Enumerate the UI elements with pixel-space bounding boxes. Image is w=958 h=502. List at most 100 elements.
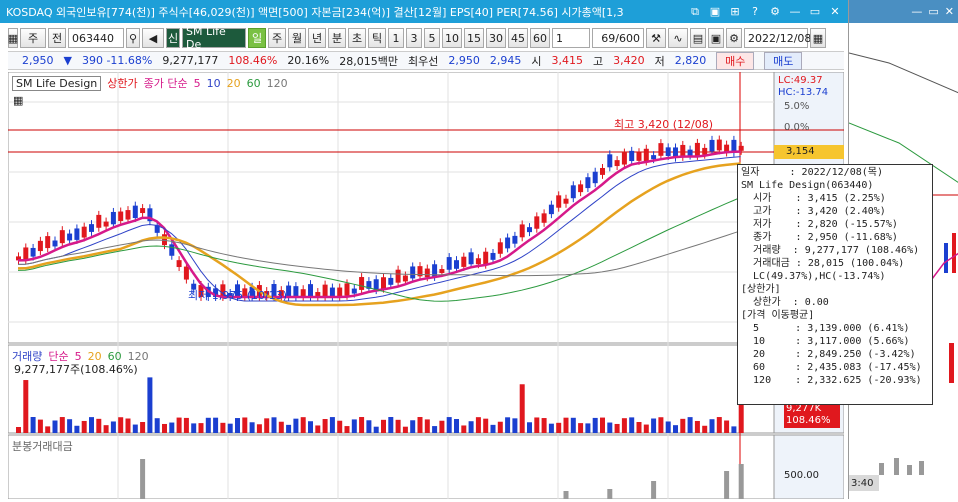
volume-bar [534, 417, 540, 433]
link-icon[interactable]: ⧉ [688, 5, 702, 19]
candle [570, 185, 576, 199]
date-input[interactable]: 2022/12/08 [744, 28, 811, 48]
candle [359, 277, 365, 290]
candle [59, 230, 65, 244]
volume-bar [716, 417, 722, 433]
side-minimize-icon[interactable]: — [911, 5, 922, 18]
volume-bar [621, 418, 627, 433]
tool-icon[interactable]: ⚒ [646, 28, 666, 48]
buy-button[interactable]: 매수 [716, 51, 755, 70]
side-restore-icon[interactable]: ▭ [928, 5, 938, 18]
volume-bar [315, 425, 321, 433]
volume-bar [519, 384, 525, 433]
gear-icon[interactable]: ⚙ [726, 28, 742, 48]
volume-bar [570, 417, 576, 433]
candle [621, 152, 627, 165]
volume-bar [395, 419, 401, 433]
volume-bar [680, 418, 686, 433]
search-icon[interactable]: ⚲ [126, 28, 140, 48]
lock-icon[interactable]: ▤ [690, 28, 706, 48]
volume-bar [548, 423, 554, 433]
candle [497, 242, 503, 254]
side-close-icon[interactable]: ✕ [945, 5, 954, 18]
hc-label: HC:-13.74 [778, 87, 829, 98]
volume-bar [651, 418, 657, 433]
pin-icon[interactable]: ⊞ [728, 5, 742, 19]
interval-select[interactable]: 1 [552, 28, 590, 48]
period-unit-select[interactable]: 주 [20, 28, 46, 48]
chart-area[interactable]: SM Life Design 상한가 종가 단순 5 10 20 60 120 … [7, 71, 845, 500]
help-icon[interactable]: ? [748, 5, 762, 19]
grid-icon[interactable]: ▦ [8, 28, 18, 48]
interval-45[interactable]: 45 [508, 28, 528, 48]
tab-month[interactable]: 월 [288, 28, 306, 48]
wave-icon[interactable]: ∿ [668, 28, 688, 48]
interval-10[interactable]: 10 [442, 28, 462, 48]
sound-icon[interactable]: ◀ [142, 28, 164, 48]
volume-bar [183, 417, 189, 433]
volume-bar [220, 422, 226, 433]
market-select[interactable]: 전 [48, 28, 66, 48]
high-price: 3,420 [613, 54, 645, 67]
interval-3[interactable]: 3 [406, 28, 422, 48]
volume-bar [322, 419, 328, 433]
volume-bar [417, 417, 423, 433]
volume-bar [578, 423, 584, 433]
restore-icon[interactable]: ▭ [808, 5, 822, 19]
candle [329, 287, 335, 297]
minimize-icon[interactable]: — [788, 5, 802, 19]
candle [67, 233, 73, 241]
chart-grid-icon[interactable]: ▦ [13, 94, 23, 107]
candle [169, 244, 175, 256]
pct-0-label: 0.0% [784, 122, 810, 133]
tooltip-line: 일자 : 2022/12/08(목) [741, 167, 883, 178]
volume-bar [402, 426, 408, 433]
volume-bar [527, 422, 532, 433]
open-price: 3,415 [551, 54, 584, 67]
candle [505, 237, 511, 249]
candle [738, 145, 744, 151]
save-icon[interactable]: ▣ [708, 28, 724, 48]
candle [140, 208, 146, 214]
tab-minute[interactable]: 분 [328, 28, 346, 48]
volume-bar [286, 424, 292, 433]
candle [687, 149, 693, 156]
interval-5[interactable]: 5 [424, 28, 440, 48]
amount-bar [738, 464, 744, 499]
ma-legend-label: 종가 단순 [143, 77, 188, 90]
volume-bar [308, 421, 313, 433]
close-icon[interactable]: ✕ [828, 5, 842, 19]
volume-bar [454, 419, 459, 433]
stock-name-tag[interactable]: SM Life Design [12, 75, 102, 91]
page-counter[interactable]: 69/600 [592, 28, 644, 48]
interval-15[interactable]: 15 [464, 28, 484, 48]
settings-icon[interactable]: ⚙ [768, 5, 782, 19]
volume-bar [74, 425, 80, 433]
tab-week[interactable]: 주 [268, 28, 286, 48]
sell-button[interactable]: 매도 [764, 51, 803, 70]
interval-60[interactable]: 60 [530, 28, 550, 48]
tab-day[interactable]: 일 [248, 28, 266, 48]
price-change: 390 -11.68% [81, 54, 153, 67]
volume-bar [490, 424, 496, 433]
interval-1[interactable]: 1 [388, 28, 404, 48]
candle [694, 142, 700, 156]
candle [548, 204, 554, 215]
copy-icon[interactable]: ▣ [708, 5, 722, 19]
candle [709, 139, 715, 152]
tooltip-line: SM Life Design(063440) [741, 180, 874, 191]
candle [322, 284, 328, 297]
ma20-legend: 20 [226, 76, 241, 90]
tab-year[interactable]: 년 [308, 28, 326, 48]
tab-second[interactable]: 초 [348, 28, 366, 48]
volume-bar [23, 380, 29, 433]
lc-label: LC:49.37 [778, 75, 823, 86]
volume-bar [103, 425, 109, 433]
stock-code-input[interactable]: 063440 [68, 28, 124, 48]
interval-30[interactable]: 30 [486, 28, 506, 48]
calendar-icon[interactable]: ▦ [810, 28, 826, 48]
volume-bar [59, 417, 65, 433]
tab-tick[interactable]: 틱 [368, 28, 386, 48]
volume-bar [381, 419, 386, 433]
volume-bar [125, 418, 131, 433]
